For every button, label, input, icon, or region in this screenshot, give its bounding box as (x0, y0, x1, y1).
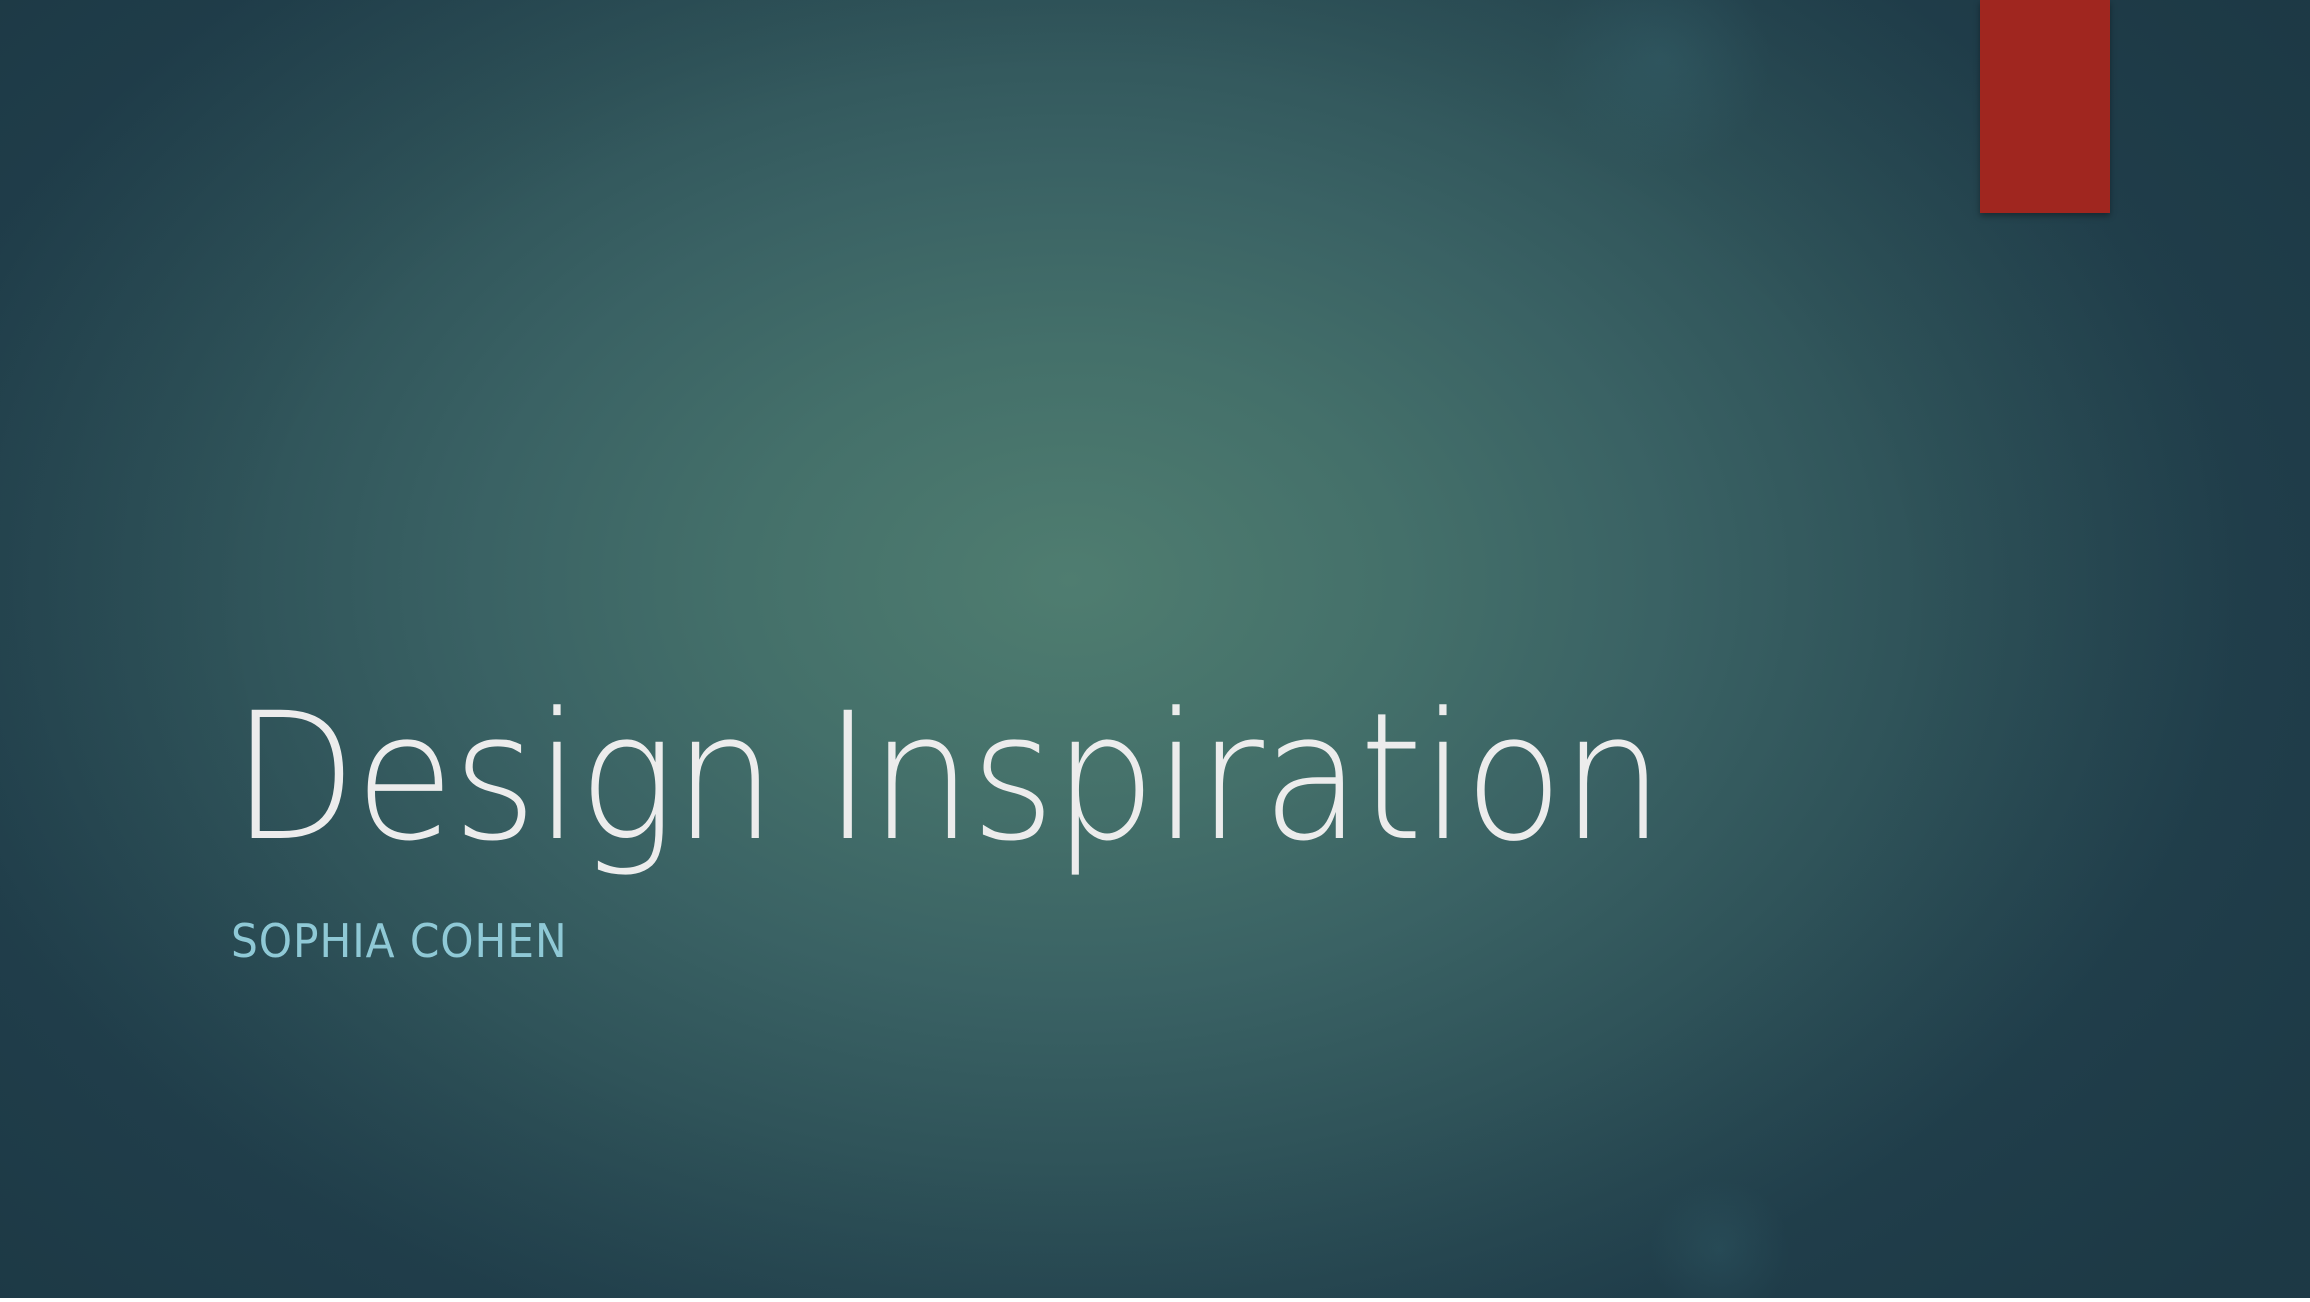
slide-title: Design Inspiration (232, 675, 1664, 880)
accent-tab (1980, 0, 2110, 213)
title-slide: Design Inspiration SOPHIA COHEN (0, 0, 2310, 1298)
slide-subtitle: SOPHIA COHEN (231, 914, 568, 968)
background-vignette (0, 0, 2310, 1298)
